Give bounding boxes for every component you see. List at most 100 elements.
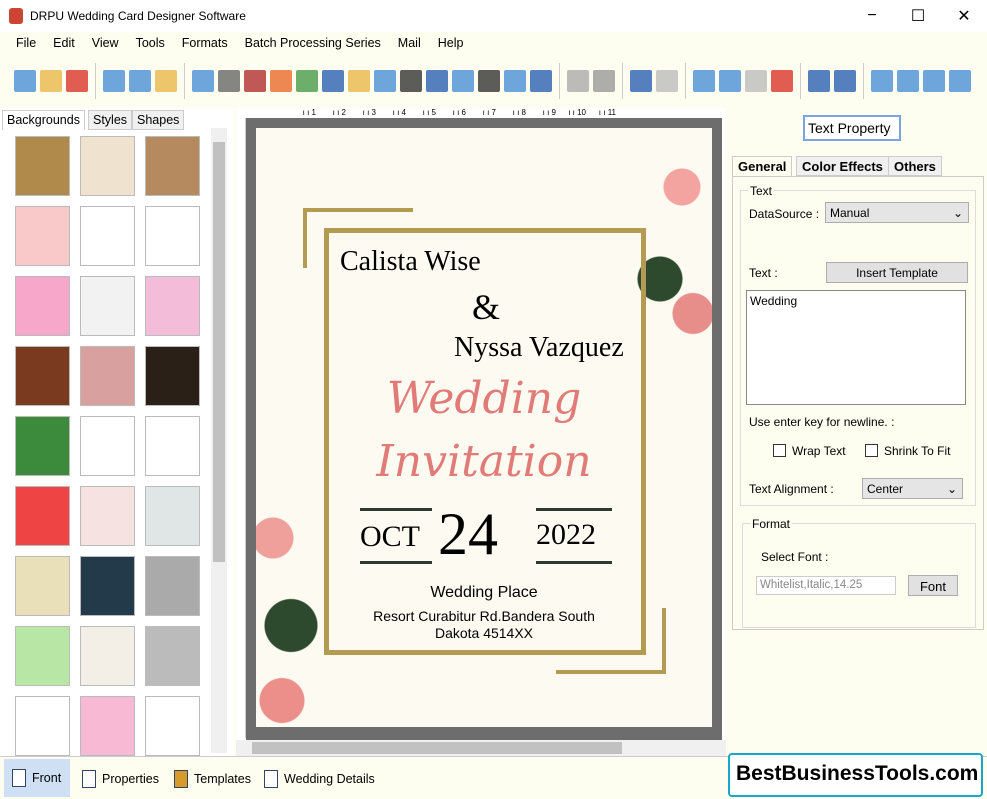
background-thumbnail[interactable]	[15, 696, 70, 756]
print-icon[interactable]	[218, 70, 240, 92]
background-thumbnail[interactable]	[145, 276, 200, 336]
zoom-icon[interactable]	[949, 70, 971, 92]
menu-mail[interactable]: Mail	[398, 36, 421, 50]
shrink-to-fit-checkbox[interactable]	[865, 444, 878, 457]
address-line-2[interactable]: Dakota 4514XX	[256, 625, 712, 641]
tab-color-effects[interactable]: Color Effects	[796, 156, 889, 176]
menu-edit[interactable]: Edit	[53, 36, 75, 50]
wedding-place[interactable]: Wedding Place	[256, 584, 712, 602]
text-icon[interactable]	[426, 70, 448, 92]
background-thumbnail[interactable]	[145, 346, 200, 406]
background-thumbnail[interactable]	[145, 206, 200, 266]
date-block[interactable]: OCT 24 2022	[360, 501, 612, 567]
text-alignment-select[interactable]: Center ⌄	[862, 478, 963, 499]
background-thumbnail[interactable]	[80, 276, 135, 336]
templates-button[interactable]: Templates	[174, 763, 251, 795]
tab-backgrounds[interactable]: Backgrounds	[2, 110, 85, 130]
background-thumbnail[interactable]	[145, 136, 200, 196]
image-icon[interactable]	[296, 70, 318, 92]
menu-tools[interactable]: Tools	[136, 36, 165, 50]
background-thumbnail[interactable]	[80, 416, 135, 476]
paste-icon[interactable]	[745, 70, 767, 92]
address-line-1[interactable]: Resort Curabitur Rd.Bandera South	[256, 608, 712, 624]
background-thumbnail[interactable]	[80, 486, 135, 546]
background-thumbnail[interactable]	[145, 696, 200, 756]
background-thumbnail[interactable]	[145, 556, 200, 616]
barcode-icon[interactable]	[400, 70, 422, 92]
background-thumbnail[interactable]	[145, 626, 200, 686]
mail-icon[interactable]	[504, 70, 526, 92]
background-thumbnail[interactable]	[15, 556, 70, 616]
background-thumbnail[interactable]	[80, 696, 135, 756]
background-thumbnail[interactable]	[15, 276, 70, 336]
open-icon[interactable]	[40, 70, 62, 92]
cut-icon[interactable]	[693, 70, 715, 92]
background-thumbnail[interactable]	[15, 346, 70, 406]
horizontal-scrollbar[interactable]	[236, 740, 726, 756]
bride-name[interactable]: Nyssa Vazquez	[454, 332, 624, 364]
background-thumbnail[interactable]	[15, 626, 70, 686]
background-thumbnail[interactable]	[80, 626, 135, 686]
minimize-button[interactable]: −	[849, 0, 895, 32]
save-as-icon[interactable]	[129, 70, 151, 92]
menu-view[interactable]: View	[92, 36, 119, 50]
redo-icon[interactable]	[656, 70, 678, 92]
signature-icon[interactable]	[478, 70, 500, 92]
maximize-button[interactable]: ☐	[895, 0, 941, 32]
background-thumbnail[interactable]	[15, 136, 70, 196]
undo-icon[interactable]	[630, 70, 652, 92]
menu-file[interactable]: File	[16, 36, 36, 50]
database-icon[interactable]	[567, 70, 589, 92]
ampersand[interactable]: &	[472, 286, 500, 328]
menu-batch[interactable]: Batch Processing Series	[245, 36, 381, 50]
font-field[interactable]: Whitelist,Italic,14.25	[756, 576, 896, 595]
text-box-icon[interactable]	[452, 70, 474, 92]
close-icon[interactable]	[66, 70, 88, 92]
menu-formats[interactable]: Formats	[182, 36, 228, 50]
thumbnail-scrollbar[interactable]	[211, 128, 227, 753]
groom-name[interactable]: Calista Wise	[340, 246, 481, 278]
tab-shapes[interactable]: Shapes	[132, 110, 185, 130]
background-thumbnail[interactable]	[15, 486, 70, 546]
properties-icon[interactable]	[192, 70, 214, 92]
send-back-icon[interactable]	[834, 70, 856, 92]
layers-icon[interactable]	[244, 70, 266, 92]
background-thumbnail[interactable]	[145, 416, 200, 476]
copy-icon[interactable]	[719, 70, 741, 92]
background-thumbnail[interactable]	[15, 206, 70, 266]
text-input[interactable]: Wedding	[746, 290, 966, 405]
line-icon[interactable]	[530, 70, 552, 92]
tab-others[interactable]: Others	[888, 156, 942, 176]
properties-button[interactable]: Properties	[82, 763, 159, 795]
background-thumbnail[interactable]	[80, 556, 135, 616]
pen-icon[interactable]	[322, 70, 344, 92]
database-2-icon[interactable]	[593, 70, 615, 92]
new-icon[interactable]	[14, 70, 36, 92]
title-invitation[interactable]: Invitation	[256, 436, 712, 487]
watermark-icon[interactable]	[374, 70, 396, 92]
front-button[interactable]: Front	[4, 759, 70, 797]
save-icon[interactable]	[103, 70, 125, 92]
delete-icon[interactable]	[771, 70, 793, 92]
background-thumbnail[interactable]	[15, 416, 70, 476]
wedding-details-button[interactable]: Wedding Details	[264, 763, 375, 795]
bring-front-icon[interactable]	[808, 70, 830, 92]
wedding-card[interactable]: Calista Wise & Nyssa Vazquez Wedding Inv…	[246, 118, 722, 740]
tab-general[interactable]: General	[732, 156, 793, 176]
shape-icon[interactable]	[348, 70, 370, 92]
export-icon[interactable]	[155, 70, 177, 92]
title-wedding[interactable]: Wedding	[256, 373, 712, 424]
tab-styles[interactable]: Styles	[88, 110, 133, 130]
font-button[interactable]: Font	[908, 575, 958, 596]
wrap-text-checkbox[interactable]	[773, 444, 786, 457]
background-thumbnail[interactable]	[80, 346, 135, 406]
grid-icon[interactable]	[871, 70, 893, 92]
gift-icon[interactable]	[270, 70, 292, 92]
fit-icon[interactable]	[923, 70, 945, 92]
insert-template-button[interactable]: Insert Template	[826, 262, 968, 283]
close-button[interactable]: ✕	[941, 0, 987, 32]
menu-help[interactable]: Help	[438, 36, 464, 50]
actual-size-icon[interactable]	[897, 70, 919, 92]
datasource-select[interactable]: Manual ⌄	[825, 202, 969, 223]
background-thumbnail[interactable]	[80, 136, 135, 196]
